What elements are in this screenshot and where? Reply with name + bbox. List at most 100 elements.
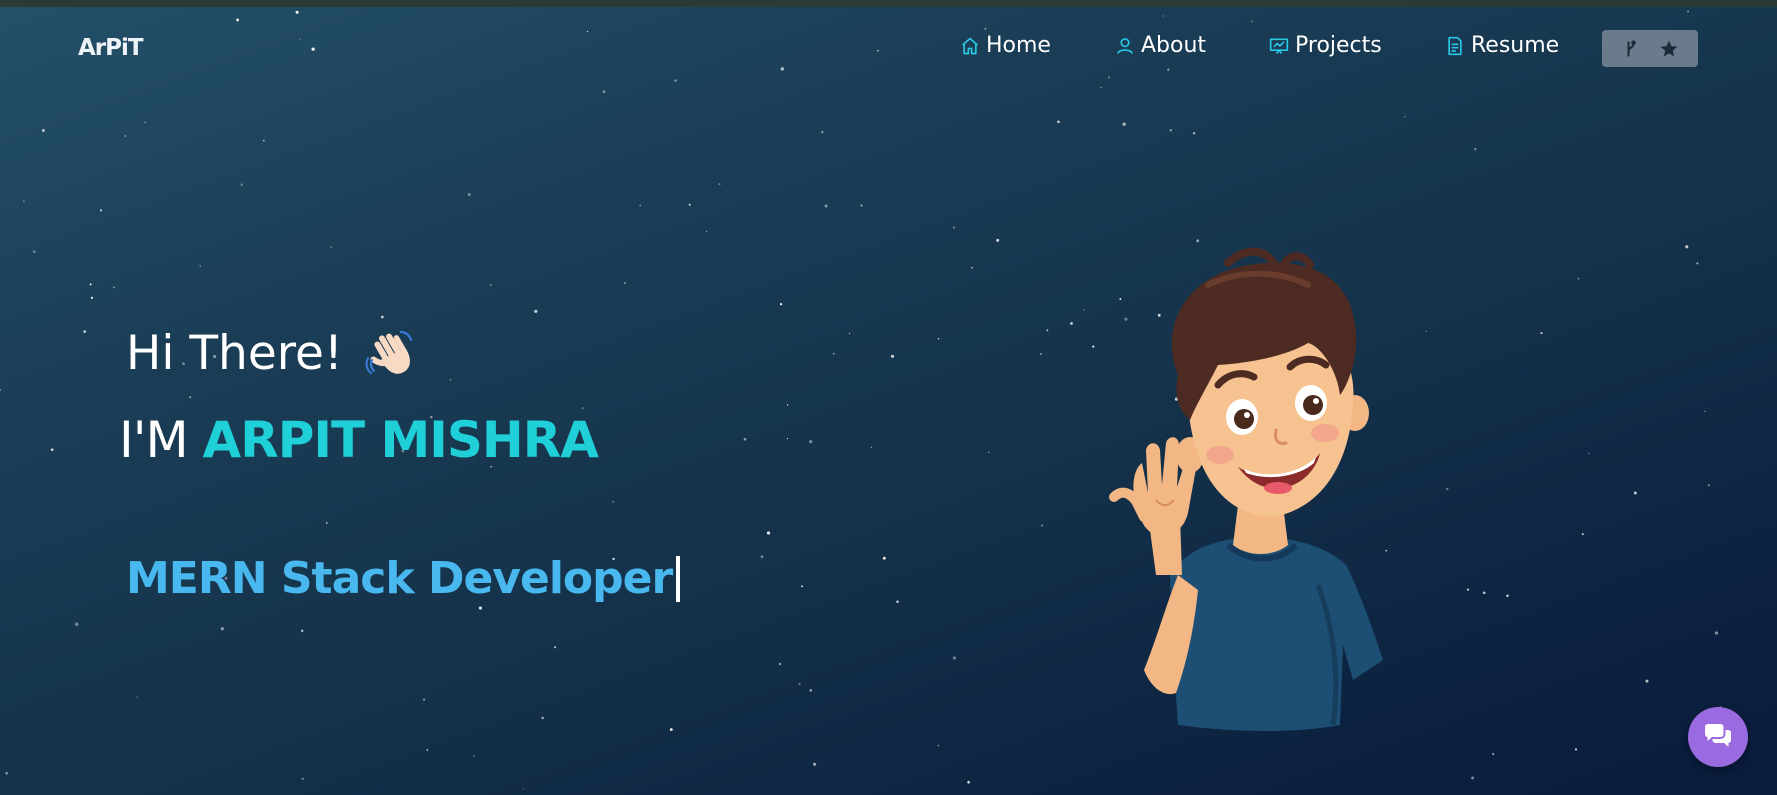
star xyxy=(1070,321,1073,325)
star xyxy=(199,265,201,267)
star-icon xyxy=(1660,40,1678,56)
star xyxy=(1404,115,1406,118)
star xyxy=(832,352,835,355)
star xyxy=(639,204,642,207)
star xyxy=(669,728,673,731)
star xyxy=(809,689,813,692)
star xyxy=(1685,245,1689,249)
star xyxy=(330,246,332,248)
star xyxy=(262,139,265,142)
star xyxy=(1540,332,1543,335)
star xyxy=(813,762,817,766)
presentation-icon xyxy=(1269,38,1289,54)
star xyxy=(1707,484,1710,487)
star xyxy=(937,744,940,747)
star xyxy=(83,330,87,333)
star xyxy=(0,388,2,392)
star xyxy=(824,204,828,208)
star xyxy=(952,226,955,229)
star xyxy=(426,749,429,751)
star xyxy=(99,209,103,212)
star xyxy=(860,204,863,207)
nav-label-projects: Projects xyxy=(1295,33,1382,58)
star xyxy=(778,662,781,666)
star xyxy=(325,522,328,524)
star xyxy=(779,303,783,306)
greeting-text: Hi There! xyxy=(126,326,343,381)
waving-hand-icon xyxy=(365,330,412,374)
star xyxy=(624,282,626,284)
star xyxy=(422,698,426,701)
star xyxy=(718,183,721,186)
logo[interactable]: ArPiT xyxy=(78,35,144,61)
star xyxy=(612,501,614,503)
github-repo-button[interactable] xyxy=(1602,30,1698,67)
star xyxy=(89,283,92,286)
star xyxy=(449,379,452,381)
star xyxy=(743,437,747,441)
navbar: ArPiT Home About Projects Resume xyxy=(0,7,1777,87)
star xyxy=(23,200,25,203)
star xyxy=(1696,262,1699,265)
role-text: MERN Stack Developer xyxy=(126,553,673,604)
star xyxy=(380,315,384,319)
star xyxy=(602,90,606,94)
star xyxy=(1482,591,1486,595)
star xyxy=(882,556,886,560)
star xyxy=(1192,131,1196,135)
star xyxy=(705,230,708,232)
name-highlight: ARPIT MISHRA xyxy=(202,411,599,469)
star xyxy=(5,771,8,775)
star xyxy=(124,135,127,137)
star xyxy=(90,296,94,299)
fork-icon xyxy=(1627,40,1636,57)
star xyxy=(1506,594,1509,598)
star xyxy=(473,755,475,757)
star xyxy=(1704,410,1706,412)
star xyxy=(534,309,538,313)
star xyxy=(478,606,482,610)
star xyxy=(1040,353,1042,355)
star xyxy=(467,193,471,197)
star xyxy=(1574,748,1578,751)
nav-label-about: About xyxy=(1141,33,1207,58)
nav-item-projects[interactable]: Projects xyxy=(1269,33,1382,58)
star xyxy=(1492,752,1495,756)
star xyxy=(50,448,54,452)
star xyxy=(1471,776,1475,780)
star xyxy=(971,266,973,269)
star xyxy=(1474,148,1477,151)
star xyxy=(581,407,584,409)
nav-item-about[interactable]: About xyxy=(1115,33,1206,58)
star xyxy=(798,682,801,685)
nav-label-resume: Resume xyxy=(1471,33,1560,58)
star xyxy=(1100,86,1102,89)
star xyxy=(136,696,138,698)
star xyxy=(848,332,851,335)
star xyxy=(489,284,492,287)
star xyxy=(809,440,813,444)
star xyxy=(1122,122,1126,126)
star xyxy=(42,129,45,132)
starfield-background xyxy=(0,10,1722,790)
star xyxy=(1446,487,1449,491)
star xyxy=(1196,239,1200,243)
star xyxy=(952,656,956,660)
star xyxy=(786,437,789,440)
user-icon xyxy=(1117,37,1133,54)
nav-label-home: Home xyxy=(986,33,1051,58)
star xyxy=(1057,120,1060,124)
nav-item-resume[interactable]: Resume xyxy=(1445,33,1559,58)
star xyxy=(220,627,224,631)
typing-cursor xyxy=(676,555,681,602)
star xyxy=(988,451,990,454)
star xyxy=(786,404,789,406)
star xyxy=(300,629,304,633)
nav-item-home[interactable]: Home xyxy=(960,33,1051,58)
star xyxy=(32,250,36,253)
star xyxy=(870,446,873,449)
star xyxy=(1046,329,1049,332)
star xyxy=(75,622,79,626)
star xyxy=(1040,524,1044,527)
chat-button[interactable] xyxy=(1688,707,1748,767)
